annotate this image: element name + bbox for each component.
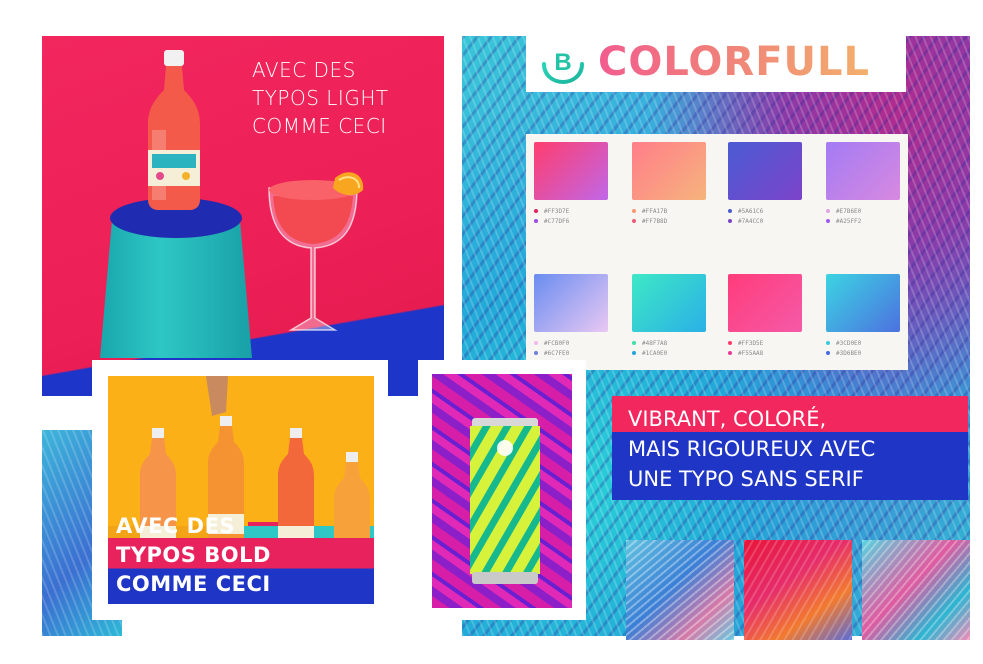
zebra-can-image [470, 418, 540, 584]
hex-code-row: #7A4CC0 [728, 216, 802, 226]
headline-light-line: AVEC DES [252, 58, 356, 82]
hex-code-row: #5A61C6 [728, 206, 802, 216]
color-dot [632, 351, 636, 355]
kombucha-bottle-image [148, 50, 200, 210]
hex-code-row: #E7B6E0 [826, 206, 900, 216]
brand-logo-letter: B [554, 49, 571, 76]
feather-thumbnail [626, 540, 734, 640]
hex-code-row: #3D6BE0 [826, 348, 900, 358]
palette-swatch: #E7B6E0 #A25FF2 [826, 142, 900, 226]
hex-code-row: #1CA0E0 [632, 348, 706, 358]
color-dot [632, 341, 636, 345]
headline-light-line: TYPOS LIGHT [252, 86, 389, 110]
brand-logo-icon: B [542, 49, 584, 84]
color-dot [534, 341, 538, 345]
headline-bold-line: COMME CECI [116, 572, 271, 596]
hex-code: #3D6BE0 [836, 349, 862, 357]
hex-code: #C77DF6 [544, 217, 570, 225]
headline-bold-line: TYPOS BOLD [116, 543, 271, 567]
color-palette-card: #FF3D7E #C77DF6 #FFA17B #FF7B8D #5A61C6 #7A4C… [526, 134, 908, 370]
pedestal [100, 218, 252, 358]
color-dot [826, 351, 830, 355]
hex-code: #FF3D5E [738, 339, 764, 347]
hex-code: #48F7A8 [642, 339, 668, 347]
gradient-swatch [826, 142, 900, 200]
gradient-swatch [632, 142, 706, 200]
vibrant-text-line: VIBRANT, COLORÉ, [628, 407, 827, 431]
gradient-swatch [728, 274, 802, 332]
hand-image [206, 376, 228, 416]
color-dot [534, 209, 538, 213]
feather-thumbnail [862, 540, 970, 640]
vibrant-text-block: VIBRANT, COLORÉ, MAIS RIGOUREUX AVEC UNE… [628, 404, 948, 494]
headline-bold-typography: AVEC DES TYPOS BOLD COMME CECI [116, 512, 271, 599]
feather-thumbnail [744, 540, 852, 640]
gradient-swatch [534, 274, 608, 332]
headline-light-typography: AVEC DES TYPOS LIGHT COMME CECI [252, 56, 442, 140]
hex-code: #7A4CC0 [738, 217, 764, 225]
color-dot [632, 209, 636, 213]
hex-code-row: #48F7A8 [632, 338, 706, 348]
hex-code: #F55AA8 [738, 349, 764, 357]
color-dot [534, 351, 538, 355]
color-dot [728, 351, 732, 355]
hex-code: #3CD0E0 [836, 339, 862, 347]
hex-code-row: #FF3D5E [728, 338, 802, 348]
hex-code: #E7B6E0 [836, 207, 862, 215]
brand-name: COLORFULL [598, 36, 870, 88]
palette-swatch: #3CD0E0 #3D6BE0 [826, 274, 900, 358]
palette-swatch: #FCB0F0 #6C7FE0 [534, 274, 608, 358]
hex-code-row: #6C7FE0 [534, 348, 608, 358]
vibrant-text-line: UNE TYPO SANS SERIF [628, 467, 864, 491]
hex-code: #A25FF2 [836, 217, 862, 225]
gradient-swatch [728, 142, 802, 200]
palette-swatch: #FF3D5E #F55AA8 [728, 274, 802, 358]
color-dot [632, 219, 636, 223]
headline-bold-line: AVEC DES [116, 514, 236, 538]
color-dot [826, 219, 830, 223]
cocktail-glass-image [268, 172, 364, 331]
hex-code: #FF3D7E [544, 207, 570, 215]
color-dot [728, 219, 732, 223]
headline-light-line: COMME CECI [252, 114, 387, 138]
hex-code-row: #F55AA8 [728, 348, 802, 358]
gradient-swatch [534, 142, 608, 200]
palette-swatch: #5A61C6 #7A4CC0 [728, 142, 802, 226]
hex-code: #5A61C6 [738, 207, 764, 215]
hex-code: #FCB0F0 [544, 339, 570, 347]
palette-swatch: #FFA17B #FF7B8D [632, 142, 706, 226]
hex-code-row: #FCB0F0 [534, 338, 608, 348]
hex-code: #FF7B8D [642, 217, 668, 225]
hex-code: #FFA17B [642, 207, 668, 215]
vibrant-text-line: MAIS RIGOUREUX AVEC [628, 437, 876, 461]
hex-code: #1CA0E0 [642, 349, 668, 357]
gradient-swatch [632, 274, 706, 332]
hex-code-row: #FFA17B [632, 206, 706, 216]
hex-code-row: #C77DF6 [534, 216, 608, 226]
gradient-swatch [826, 274, 900, 332]
color-dot [728, 341, 732, 345]
hex-code-row: #FF3D7E [534, 206, 608, 216]
moodboard: AVEC DES TYPOS LIGHT COMME CECI B COLORF… [0, 0, 983, 664]
hex-code: #6C7FE0 [544, 349, 570, 357]
palette-swatch: #FF3D7E #C77DF6 [534, 142, 608, 226]
color-dot [826, 209, 830, 213]
hex-code-row: #A25FF2 [826, 216, 900, 226]
color-dot [728, 209, 732, 213]
hex-code-row: #FF7B8D [632, 216, 706, 226]
color-dot [826, 341, 830, 345]
hex-code-row: #3CD0E0 [826, 338, 900, 348]
color-dot [534, 219, 538, 223]
palette-swatch: #48F7A8 #1CA0E0 [632, 274, 706, 358]
